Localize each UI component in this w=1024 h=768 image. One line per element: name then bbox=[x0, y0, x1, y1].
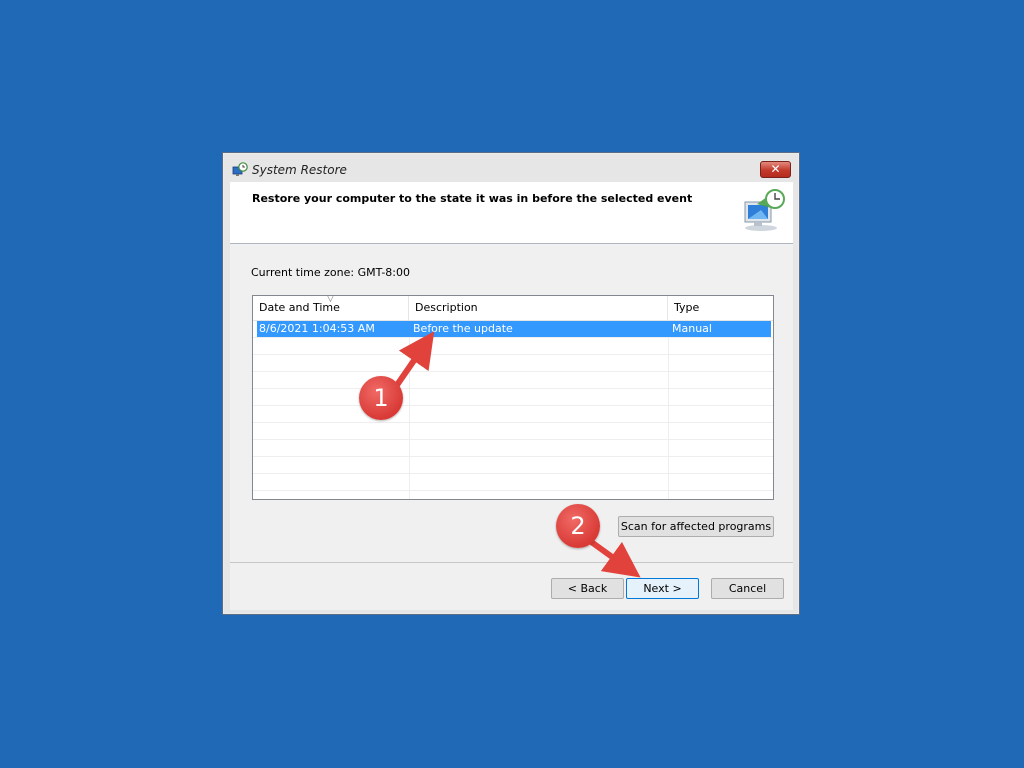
next-button[interactable]: Next > bbox=[626, 578, 699, 599]
scan-affected-programs-button[interactable]: Scan for affected programs bbox=[618, 516, 774, 537]
grid-line bbox=[253, 405, 773, 406]
system-restore-icon bbox=[232, 162, 248, 176]
column-header-description[interactable]: Description bbox=[409, 296, 668, 320]
list-body: 8/6/2021 1:04:53 AM Before the update Ma… bbox=[253, 321, 773, 499]
restore-points-list[interactable]: ▽ Date and Time Description Type 8/6/202… bbox=[252, 295, 774, 500]
cell-description: Before the update bbox=[413, 322, 513, 335]
grid-line bbox=[253, 456, 773, 457]
cell-type: Manual bbox=[672, 322, 712, 335]
grid-line bbox=[668, 321, 669, 499]
grid-line bbox=[253, 371, 773, 372]
cell-date: 8/6/2021 1:04:53 AM bbox=[259, 322, 375, 335]
page-title: Restore your computer to the state it wa… bbox=[252, 192, 693, 205]
sort-indicator-icon: ▽ bbox=[327, 295, 334, 304]
column-header-date[interactable]: ▽ Date and Time bbox=[253, 296, 409, 320]
system-restore-large-icon bbox=[744, 189, 785, 231]
grid-line bbox=[253, 354, 773, 355]
close-icon: ✕ bbox=[770, 162, 781, 176]
grid-line bbox=[253, 473, 773, 474]
window-title: System Restore bbox=[252, 163, 347, 177]
close-button[interactable]: ✕ bbox=[760, 161, 791, 178]
title-bar[interactable]: System Restore ✕ bbox=[223, 153, 799, 183]
grid-line bbox=[409, 321, 410, 499]
grid-line bbox=[253, 422, 773, 423]
table-row[interactable]: 8/6/2021 1:04:53 AM Before the update Ma… bbox=[257, 321, 771, 337]
system-restore-window: System Restore ✕ Restore your computer t… bbox=[222, 152, 800, 615]
grid-line bbox=[253, 439, 773, 440]
timezone-label: Current time zone: GMT-8:00 bbox=[251, 266, 411, 279]
annotation-marker-1: 1 bbox=[359, 376, 403, 420]
column-header-type[interactable]: Type bbox=[668, 296, 773, 320]
column-header-description-label: Description bbox=[415, 301, 478, 314]
grid-line bbox=[253, 388, 773, 389]
list-header: ▽ Date and Time Description Type bbox=[253, 296, 773, 321]
grid-line bbox=[253, 490, 773, 491]
grid-line bbox=[253, 337, 773, 338]
back-button[interactable]: < Back bbox=[551, 578, 624, 599]
column-header-type-label: Type bbox=[674, 301, 700, 314]
cancel-button[interactable]: Cancel bbox=[711, 578, 784, 599]
content-area: Current time zone: GMT-8:00 ▽ Date and T… bbox=[230, 244, 793, 562]
button-bar: < Back Next > Cancel bbox=[230, 562, 793, 610]
header-panel: Restore your computer to the state it wa… bbox=[230, 182, 793, 244]
annotation-marker-2: 2 bbox=[556, 504, 600, 548]
